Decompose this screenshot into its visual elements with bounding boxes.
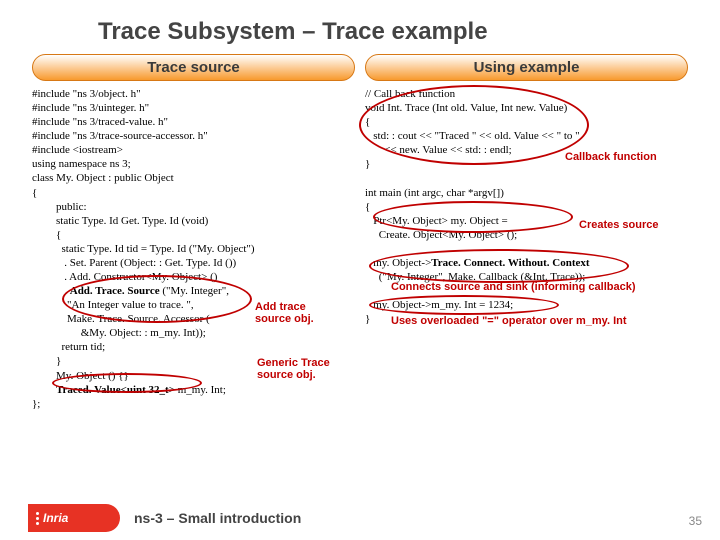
right-code: // Call back function void Int. Trace (I… <box>365 87 688 326</box>
add-trace-source: Add. Trace. Source <box>70 285 160 297</box>
code-line: . Add. Trace. Source ("My. Integer", <box>56 284 355 298</box>
slide: Trace Subsystem – Trace example Trace so… <box>0 0 720 540</box>
callout-overload: Uses overloaded "=" operator over m_my. … <box>391 315 681 327</box>
code-line: // Call back function <box>365 87 688 101</box>
code-line: static Type. Id tid = Type. Id ("My. Obj… <box>56 242 355 256</box>
code-line: #include "ns 3/uinteger. h" <box>32 101 355 115</box>
code-line: . Set. Parent (Object: : Get. Type. Id (… <box>56 256 355 270</box>
code-line: . Add. Constructor<My. Object> () <box>56 270 355 284</box>
code-line: { <box>32 186 355 200</box>
code-line: #include "ns 3/traced-value. h" <box>32 115 355 129</box>
trace-connect: Trace. Connect. Without. Context <box>431 257 589 269</box>
logo-dots-icon <box>36 512 39 525</box>
code-blank <box>365 242 688 256</box>
logo-text: Inria <box>43 511 68 525</box>
columns: Trace source #include "ns 3/object. h" #… <box>28 54 692 411</box>
footer-title: ns-3 – Small introduction <box>134 510 301 526</box>
callout-generic: Generic Trace source obj. <box>257 357 337 381</box>
callout-add-trace: Add trace source obj. <box>255 301 325 325</box>
code-line: my. Object->Trace. Connect. Without. Con… <box>365 256 688 270</box>
code-line: std: : cout << "Traced " << old. Value <… <box>365 129 688 143</box>
code-line: public: <box>56 200 355 214</box>
code-line: }; <box>32 397 355 411</box>
page-number: 35 <box>689 514 702 528</box>
code-line: void Int. Trace (Int old. Value, Int new… <box>365 101 688 115</box>
code-line: static Type. Id Get. Type. Id (void) <box>56 214 355 228</box>
footer: Inria ns-3 – Small introduction <box>0 496 720 540</box>
code-line: return tid; <box>56 340 355 354</box>
code-line: #include "ns 3/object. h" <box>32 87 355 101</box>
left-code: #include "ns 3/object. h" #include "ns 3… <box>32 87 355 411</box>
code-line: class My. Object : public Object <box>32 171 355 185</box>
code-line: int main (int argc, char *argv[]) <box>365 186 688 200</box>
right-tab: Using example <box>365 54 688 81</box>
code-line: { <box>56 228 355 242</box>
code-line: #include "ns 3/trace-source-accessor. h" <box>32 129 355 143</box>
callout-connects: Connects source and sink (informing call… <box>391 281 681 293</box>
callout-callback: Callback function <box>565 151 657 163</box>
code-line: #include <iostream> <box>32 143 355 157</box>
code-line: Traced. Value<uint 32_t> m_my. Int; <box>56 383 355 397</box>
right-column: Using example // Call back function void… <box>365 54 688 411</box>
left-tab: Trace source <box>32 54 355 81</box>
traced-value: Traced. Value<uint 32_t> <box>56 384 175 396</box>
code-line: { <box>365 200 688 214</box>
code-line: { <box>365 115 688 129</box>
left-column: Trace source #include "ns 3/object. h" #… <box>32 54 355 411</box>
code-line: my. Object->m_my. Int = 1234; <box>365 298 688 312</box>
code-line: using namespace ns 3; <box>32 157 355 171</box>
callout-creates: Creates source <box>579 219 659 231</box>
code-line: &My. Object: : m_my. Int)); <box>56 326 355 340</box>
logo: Inria <box>28 504 120 532</box>
code-blank <box>365 171 688 185</box>
slide-title: Trace Subsystem – Trace example <box>98 18 692 46</box>
